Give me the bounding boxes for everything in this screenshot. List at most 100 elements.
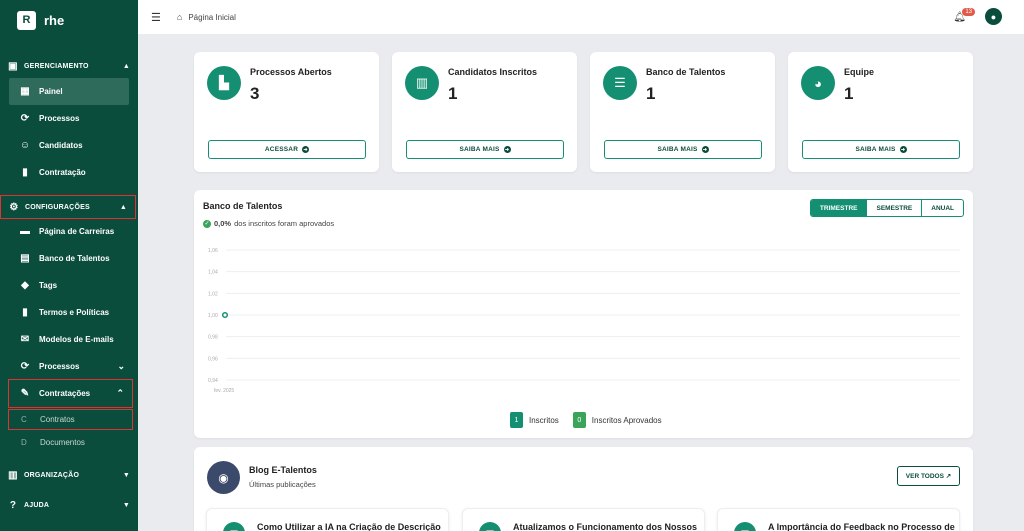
stat-card-processos: ▙ Processos Abertos 3 ACESSAR ➜ — [194, 52, 379, 172]
arrow-right-icon: ➜ — [503, 146, 511, 153]
subitem-letter: D — [21, 437, 27, 447]
section-configuracoes[interactable]: ⚙ CONFIGURAÇÕES ▲ — [0, 195, 136, 219]
ver-todos-button[interactable]: VER TODOS ↗ — [897, 466, 960, 486]
subitem-label: Contratos — [40, 415, 75, 424]
stat-title: Banco de Talentos — [646, 67, 726, 77]
line-chart: 1,06 1,04 1,02 1,00 0,98 0,96 0,94 fev. 2025 — [208, 248, 960, 394]
y-tick-label: 1,02 — [208, 291, 218, 297]
process-icon: ⟳ — [20, 361, 30, 372]
y-tick-label: 1,04 — [208, 270, 218, 276]
briefcase-icon: ▣ — [8, 60, 18, 72]
topbar: ☰ ⌂ Página Inicial 🔔︎ 13 ● — [138, 0, 1024, 34]
document-icon: ▮ — [22, 167, 28, 178]
stat-value: 1 — [844, 84, 854, 103]
folder-icon: ▬ — [20, 226, 30, 237]
saiba-mais-button[interactable]: SAIBA MAIS ➜ — [604, 140, 762, 159]
y-tick-label: 0,96 — [208, 356, 218, 362]
help-icon: ? — [9, 499, 17, 511]
sidebar-item-tags[interactable]: ◆ Tags — [0, 272, 138, 299]
stat-value: 1 — [646, 84, 656, 103]
bar-chart-icon: ▥ — [405, 66, 439, 100]
dashboard-icon: ▦ — [20, 86, 30, 97]
section-label: GERENCIAMENTO — [24, 62, 89, 70]
data-point-inscritos[interactable] — [221, 311, 229, 319]
stat-title: Candidatos Inscritos — [448, 67, 538, 77]
stat-card-candidatos: ▥ Candidatos Inscritos 1 SAIBA MAIS ➜ — [392, 52, 577, 172]
sidebar-item-modelos-emails[interactable]: ✉ Modelos de E-mails — [0, 326, 138, 353]
sidebar-item-label: Tags — [39, 281, 58, 290]
sidebar-item-label: Candidatos — [39, 141, 83, 150]
post-icon: ▤ — [223, 522, 245, 531]
sidebar-subitem-contratos[interactable]: C Contratos — [8, 409, 133, 430]
y-tick-label: 1,00 — [208, 313, 218, 319]
blog-subtitle: Últimas publicações — [249, 480, 316, 489]
legend-item-inscritos[interactable]: 1 Inscritos — [510, 412, 559, 428]
saiba-mais-button[interactable]: SAIBA MAIS ➜ — [406, 140, 564, 159]
legend-item-aprovados[interactable]: 0 Inscritos Aprovados — [572, 412, 662, 428]
contact-card-icon: ▤ — [20, 253, 30, 264]
sidebar-item-label: Termos e Políticas — [39, 308, 110, 317]
breadcrumb[interactable]: Página Inicial — [188, 13, 236, 22]
brand[interactable]: R rhe — [0, 0, 138, 40]
subitem-label: Documentos — [40, 437, 85, 447]
file-icon: ▙ — [207, 66, 241, 100]
post-icon: ▤ — [734, 522, 756, 531]
blog-card: ◉ Blog E-Talentos Últimas publicações VE… — [194, 447, 973, 531]
legend-count: 0 — [572, 412, 586, 428]
sidebar-item-processos[interactable]: ⟳ Processos — [0, 105, 138, 132]
stat-value: 3 — [250, 84, 260, 103]
avatar[interactable]: ● — [985, 8, 1002, 25]
blog-post[interactable]: ▤ Atualizamos o Funcionamento dos Nossos — [462, 508, 705, 531]
menu-icon[interactable]: ☰ — [151, 11, 161, 24]
section-gerenciamento[interactable]: ▣ GERENCIAMENTO ▲ — [0, 54, 138, 78]
saiba-mais-button[interactable]: SAIBA MAIS ➜ — [802, 140, 960, 159]
sidebar-item-processos-config[interactable]: ⟳ Processos ⌄ — [0, 353, 138, 380]
sidebar: R rhe ▣ GERENCIAMENTO ▲ ▦ Painel ⟳ Proce… — [0, 0, 138, 531]
gear-icon: ⚙ — [9, 201, 19, 213]
legend-label: Inscritos Aprovados — [591, 415, 662, 425]
arrow-right-icon: ➜ — [701, 146, 709, 153]
post-title: A Importância do Feedback no Processo de — [768, 522, 955, 531]
document-icon: ▮ — [22, 307, 28, 318]
blog-post[interactable]: ▤ Como Utilizar a IA na Criação de Descr… — [206, 508, 449, 531]
notification-badge: 13 — [962, 8, 975, 16]
pie-chart-icon: ◕ — [801, 66, 835, 100]
sidebar-item-label: Processos — [39, 362, 80, 371]
sidebar-item-pagina-carreiras[interactable]: ▬ Página de Carreiras — [0, 218, 138, 245]
section-ajuda[interactable]: ? AJUDA ▼ — [0, 493, 138, 517]
sidebar-item-label: Banco de Talentos — [39, 254, 110, 263]
subitem-letter: C — [21, 415, 27, 424]
sidebar-item-contratacoes[interactable]: ✎ Contratações ⌃ — [8, 379, 133, 408]
stat-value: 1 — [448, 84, 458, 103]
stat-title: Equipe — [844, 67, 875, 77]
acessar-button[interactable]: ACESSAR ➜ — [208, 140, 366, 159]
sidebar-item-contratacao[interactable]: ▮ Contratação — [0, 159, 138, 186]
post-icon: ▤ — [479, 522, 501, 531]
sidebar-item-candidatos[interactable]: ☺ Candidatos — [0, 132, 138, 159]
process-icon: ⟳ — [20, 113, 30, 124]
chevron-down-icon: ⌄ — [117, 361, 125, 371]
legend-count: 1 — [510, 412, 523, 428]
arrow-right-icon: ➜ — [899, 146, 907, 153]
sidebar-subitem-documentos[interactable]: D Documentos — [0, 429, 138, 455]
post-title: Como Utilizar a IA na Criação de Descriç… — [257, 522, 441, 531]
sidebar-item-painel[interactable]: ▦ Painel — [9, 78, 129, 105]
caret-up-icon: ▲ — [122, 62, 130, 70]
caret-up-icon: ▲ — [119, 203, 127, 211]
sidebar-item-termos[interactable]: ▮ Termos e Políticas — [0, 299, 138, 326]
sidebar-item-label: Contratações — [39, 389, 91, 398]
section-organizacao[interactable]: ▥ ORGANIZAÇÃO ▼ — [0, 463, 138, 487]
blog-post[interactable]: ▤ A Importância do Feedback no Processo … — [717, 508, 960, 531]
people-icon: ☺ — [19, 140, 31, 151]
blog-title: Blog E-Talentos — [249, 465, 317, 475]
database-icon: ☰ — [603, 66, 637, 100]
rss-icon: ◉ — [207, 461, 240, 494]
home-icon[interactable]: ⌂ — [177, 12, 182, 22]
section-label: ORGANIZAÇÃO — [24, 471, 80, 479]
y-tick-label: 0,98 — [208, 335, 218, 341]
sidebar-item-banco-talentos[interactable]: ▤ Banco de Talentos — [0, 245, 138, 272]
section-label: AJUDA — [24, 501, 50, 509]
sidebar-item-label: Processos — [39, 114, 80, 123]
sidebar-item-label: Painel — [39, 87, 63, 96]
chart-card: Banco de Talentos ✓ 0,0% dos inscritos f… — [194, 190, 973, 438]
